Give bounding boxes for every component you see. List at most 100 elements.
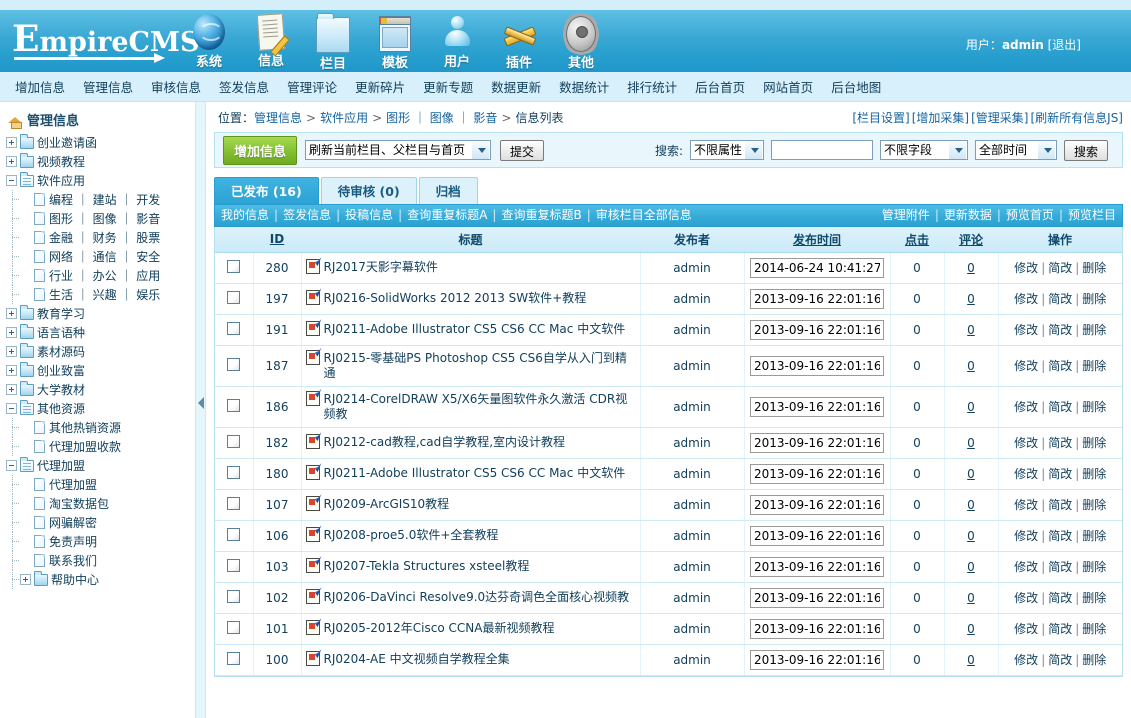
row-comments-link[interactable]: 0	[967, 436, 975, 450]
row-quick-edit-link[interactable]: 简改	[1048, 591, 1072, 605]
row-title-link[interactable]: RJ0208-proe5.0软件+全套教程	[324, 528, 499, 543]
sub-nav-link-1[interactable]: 签发信息	[283, 208, 331, 222]
row-quick-edit-link[interactable]: 简改	[1048, 436, 1072, 450]
sidebar-tree-node[interactable]: 其他资源	[6, 399, 195, 418]
row-quick-edit-link[interactable]: 简改	[1048, 400, 1072, 414]
column-action-link-2[interactable]: [管理采集]	[971, 111, 1028, 125]
row-delete-link[interactable]: 删除	[1082, 323, 1106, 337]
row-date-input[interactable]	[750, 289, 884, 309]
navbar-item-9[interactable]: 排行统计	[627, 77, 677, 96]
row-date-input[interactable]	[750, 397, 884, 417]
th-hits[interactable]: 点击	[890, 227, 944, 252]
sub-nav-link-4[interactable]: 查询重复标题B	[501, 208, 581, 222]
status-tab-0[interactable]: 已发布 (16)	[214, 177, 319, 204]
column-action-link-1[interactable]: [增加采集]	[912, 111, 969, 125]
navbar-item-3[interactable]: 签发信息	[219, 77, 269, 96]
sidebar-tree-node-label[interactable]: 编程 ｜ 建站 ｜ 开发	[49, 191, 160, 208]
row-edit-link[interactable]: 修改	[1014, 323, 1038, 337]
column-action-link-0[interactable]: [栏目设置]	[852, 111, 909, 125]
row-date-input[interactable]	[750, 557, 884, 577]
sidebar-tree-node[interactable]: 教育学习	[6, 304, 195, 323]
logo[interactable]: EmpireCMS	[0, 10, 178, 72]
sidebar-splitter[interactable]	[196, 102, 206, 718]
expand-node-icon[interactable]	[6, 327, 17, 338]
sub-nav-right-link-3[interactable]: 预览栏目	[1068, 205, 1116, 226]
sub-nav-right-link-0[interactable]: 管理附件	[882, 205, 930, 226]
row-quick-edit-link[interactable]: 简改	[1048, 323, 1072, 337]
row-checkbox[interactable]	[227, 435, 240, 448]
row-delete-link[interactable]: 删除	[1082, 261, 1106, 275]
row-quick-edit-link[interactable]: 简改	[1048, 622, 1072, 636]
sidebar-tree-node-label[interactable]: 图形 ｜ 图像 ｜ 影音	[49, 210, 160, 227]
sub-nav-link-2[interactable]: 投稿信息	[345, 208, 393, 222]
expand-node-icon[interactable]	[6, 137, 17, 148]
row-comments-link[interactable]: 0	[967, 653, 975, 667]
row-comments-link[interactable]: 0	[967, 591, 975, 605]
sidebar-tree-node[interactable]: 编程 ｜ 建站 ｜ 开发	[6, 190, 195, 209]
row-delete-link[interactable]: 删除	[1082, 653, 1106, 667]
expand-node-icon[interactable]	[6, 156, 17, 167]
status-tab-2[interactable]: 归档	[419, 177, 478, 204]
sidebar-tree-node-label[interactable]: 帮助中心	[51, 571, 99, 588]
row-comments-link[interactable]: 0	[967, 400, 975, 414]
sidebar-tree-node-label[interactable]: 网骗解密	[49, 514, 97, 531]
collapse-sidebar-icon[interactable]	[198, 397, 204, 409]
row-comments-link[interactable]: 0	[967, 498, 975, 512]
sidebar-tree-node-label[interactable]: 网络 ｜ 通信 ｜ 安全	[49, 248, 160, 265]
status-tab-1[interactable]: 待审核 (0)	[321, 177, 417, 204]
row-delete-link[interactable]: 删除	[1082, 467, 1106, 481]
row-checkbox[interactable]	[227, 559, 240, 572]
collapse-node-icon[interactable]	[6, 403, 17, 414]
row-title-link[interactable]: RJ0211-Adobe Illustrator CS5 CS6 CC Mac …	[324, 322, 626, 337]
sidebar-tree-node[interactable]: 代理加盟收款	[6, 437, 195, 456]
row-delete-link[interactable]: 删除	[1082, 292, 1106, 306]
sidebar-tree-node[interactable]: 金融 ｜ 财务 ｜ 股票	[6, 228, 195, 247]
navbar-item-2[interactable]: 审核信息	[151, 77, 201, 96]
search-input[interactable]	[771, 140, 873, 160]
row-title-link[interactable]: RJ0209-ArcGIS10教程	[324, 497, 450, 512]
navbar-item-11[interactable]: 网站首页	[763, 77, 813, 96]
th-date[interactable]: 发布时间	[744, 227, 890, 252]
row-comments-link[interactable]: 0	[967, 529, 975, 543]
sidebar-tree-node-label[interactable]: 语言语种	[37, 324, 85, 341]
row-quick-edit-link[interactable]: 简改	[1048, 560, 1072, 574]
row-delete-link[interactable]: 删除	[1082, 560, 1106, 574]
row-title-link[interactable]: RJ2017天影字幕软件	[324, 260, 438, 275]
row-checkbox[interactable]	[227, 466, 240, 479]
expand-node-icon[interactable]	[6, 384, 17, 395]
sort-id-link[interactable]: ID	[270, 232, 284, 246]
row-edit-link[interactable]: 修改	[1014, 261, 1038, 275]
row-comments-link[interactable]: 0	[967, 323, 975, 337]
sidebar-tree-node[interactable]: 图形 ｜ 图像 ｜ 影音	[6, 209, 195, 228]
th-id[interactable]: ID	[253, 227, 301, 252]
row-checkbox[interactable]	[227, 358, 240, 371]
row-title-link[interactable]: RJ0212-cad教程,cad自学教程,室内设计教程	[324, 435, 566, 450]
header-menu-item-info[interactable]: 信息	[240, 12, 302, 69]
row-comments-link[interactable]: 0	[967, 467, 975, 481]
sidebar-tree-node-label[interactable]: 行业 ｜ 办公 ｜ 应用	[49, 267, 160, 284]
navbar-item-7[interactable]: 数据更新	[491, 77, 541, 96]
row-checkbox[interactable]	[227, 291, 240, 304]
navbar-item-8[interactable]: 数据统计	[559, 77, 609, 96]
sidebar-tree-node[interactable]: 软件应用	[6, 171, 195, 190]
sidebar-tree-node[interactable]: 代理加盟	[6, 456, 195, 475]
row-date-input[interactable]	[750, 495, 884, 515]
sidebar-tree-node[interactable]: 创业致富	[6, 361, 195, 380]
row-edit-link[interactable]: 修改	[1014, 529, 1038, 543]
row-quick-edit-link[interactable]: 简改	[1048, 292, 1072, 306]
sidebar-tree-node-label[interactable]: 代理加盟	[37, 457, 85, 474]
expand-node-icon[interactable]	[6, 365, 17, 376]
sidebar-tree-node-label[interactable]: 代理加盟	[49, 476, 97, 493]
sidebar-tree-node-label[interactable]: 视频教程	[37, 153, 85, 170]
row-edit-link[interactable]: 修改	[1014, 560, 1038, 574]
header-menu-item-user[interactable]: 用户	[426, 12, 488, 70]
row-checkbox[interactable]	[227, 260, 240, 273]
row-title-link[interactable]: RJ0215-零基础PS Photoshop CS5 CS6自学从入门到精通	[324, 351, 636, 381]
row-edit-link[interactable]: 修改	[1014, 622, 1038, 636]
row-edit-link[interactable]: 修改	[1014, 498, 1038, 512]
row-delete-link[interactable]: 删除	[1082, 529, 1106, 543]
row-quick-edit-link[interactable]: 简改	[1048, 467, 1072, 481]
navbar-item-0[interactable]: 增加信息	[15, 77, 65, 96]
row-edit-link[interactable]: 修改	[1014, 467, 1038, 481]
breadcrumb-item-0[interactable]: 管理信息	[254, 111, 302, 125]
